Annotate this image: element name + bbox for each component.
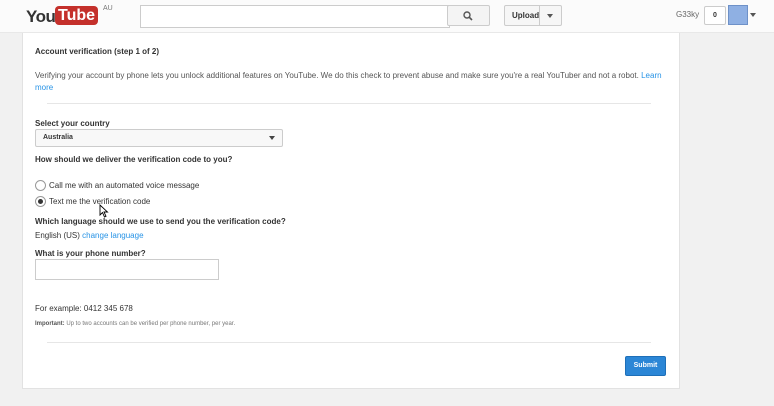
mouse-cursor-icon [99, 204, 109, 218]
delivery-label: How should we deliver the verification c… [35, 155, 233, 164]
username[interactable]: G33ky [676, 10, 699, 19]
submit-button[interactable]: Submit [625, 356, 666, 376]
radio-selected-dot [38, 199, 43, 204]
avatar[interactable] [728, 5, 748, 25]
chevron-down-icon [269, 136, 275, 140]
logo-you-text: You [26, 7, 56, 26]
search-button[interactable] [447, 5, 490, 26]
verification-card: Account verification (step 1 of 2) Verif… [22, 33, 680, 389]
important-label: Important: [35, 321, 65, 327]
phone-input[interactable] [35, 259, 219, 280]
phone-example: For example: 0412 345 678 [35, 304, 133, 313]
chevron-down-icon[interactable] [547, 14, 553, 18]
radio-call-label: Call me with an automated voice message [49, 181, 200, 190]
top-bar: You Tube AU Upload G33ky 0 [0, 0, 774, 33]
country-value: Australia [43, 134, 73, 141]
upload-label: Upload [512, 11, 540, 20]
language-value: English (US) [35, 231, 80, 240]
language-row: English (US) change language [35, 231, 144, 240]
logo-region: AU [103, 5, 113, 12]
important-note: Important: Up to two accounts can be ver… [35, 321, 235, 327]
upload-separator [539, 6, 540, 25]
radio-call[interactable] [35, 180, 46, 191]
intro-text: Verifying your account by phone lets you… [35, 70, 665, 94]
country-label: Select your country [35, 119, 110, 128]
divider [47, 342, 651, 343]
logo-tube-text: Tube [55, 6, 99, 25]
upload-button[interactable]: Upload [504, 5, 562, 26]
important-text: Up to two accounts can be verified per p… [66, 321, 236, 327]
intro-body: Verifying your account by phone lets you… [35, 71, 639, 80]
radio-text[interactable] [35, 196, 46, 207]
change-language-link[interactable]: change language [82, 231, 143, 240]
country-select[interactable]: Australia [35, 129, 283, 147]
chevron-down-icon[interactable] [750, 13, 756, 17]
notification-count[interactable]: 0 [704, 6, 726, 25]
phone-label: What is your phone number? [35, 249, 146, 258]
language-label: Which language should we use to send you… [35, 217, 286, 226]
divider [47, 103, 651, 104]
search-input[interactable] [140, 5, 450, 28]
search-icon [463, 11, 473, 21]
page-title: Account verification (step 1 of 2) [35, 47, 160, 56]
